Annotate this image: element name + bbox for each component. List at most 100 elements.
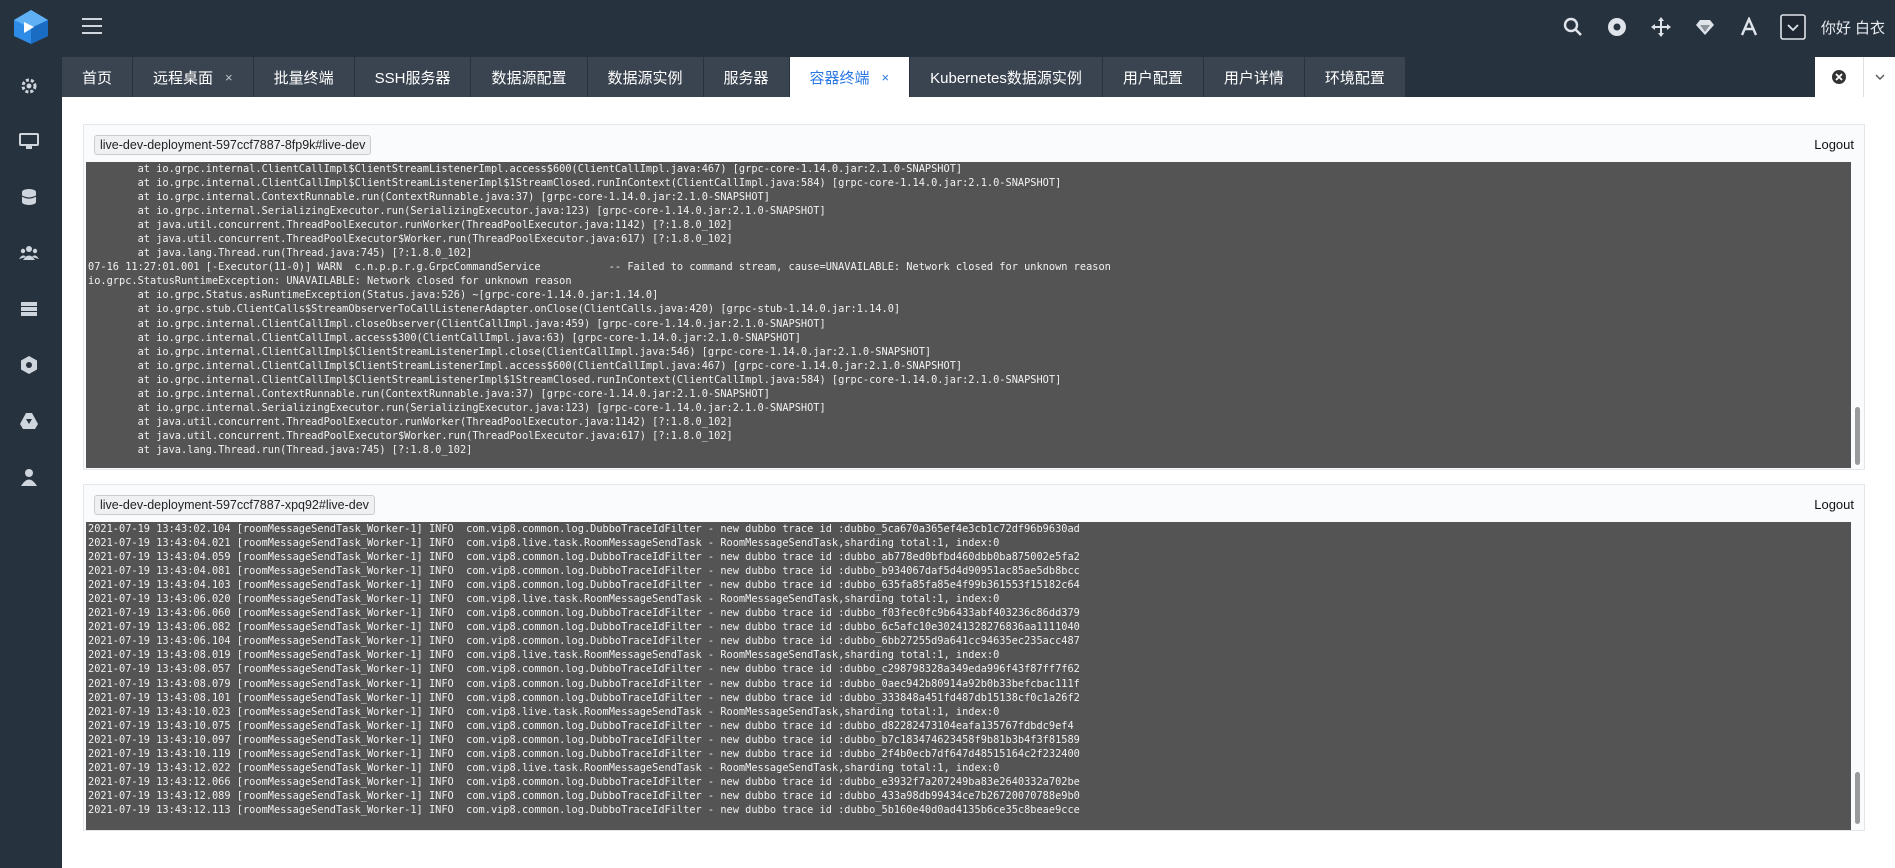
terminal-output[interactable]: at io.grpc.internal.ClientCallImpl$Clien… <box>86 162 1851 468</box>
tab-item[interactable]: 远程桌面 × <box>133 57 254 97</box>
drive-icon[interactable] <box>19 411 39 431</box>
terminal-line: at io.grpc.internal.ClientCallImpl$Clien… <box>88 177 1062 190</box>
terminal-panel-2: live-dev-deployment-597ccf7887-xpq92#liv… <box>83 484 1865 831</box>
scrollbar[interactable] <box>1852 162 1862 468</box>
tab-item[interactable]: 数据源实例 <box>587 57 704 97</box>
move-icon[interactable] <box>1639 7 1683 47</box>
tab-item[interactable]: 容器终端 × <box>789 57 911 97</box>
cluster-icon[interactable] <box>19 355 39 375</box>
terminal-line: at io.grpc.internal.ClientCallImpl$Clien… <box>88 359 963 372</box>
terminal-line: at java.lang.Thread.run(Thread.java:745)… <box>88 443 473 456</box>
terminal-line: 2021-07-19 13:43:12.113 [roomMessageSend… <box>88 803 1080 816</box>
terminal-line: 2021-07-19 13:43:12.022 [roomMessageSend… <box>88 761 1000 774</box>
user-greeting[interactable]: 你好 白衣 <box>1821 17 1885 38</box>
terminal-line: at io.grpc.Status.asRuntimeException(Sta… <box>88 289 659 302</box>
scrollbar-thumb[interactable] <box>1855 772 1860 824</box>
tab-label: 远程桌面 <box>153 69 214 87</box>
terminal-line: 2021-07-19 13:43:08.057 [roomMessageSend… <box>88 663 1080 676</box>
terminal-line: 2021-07-19 13:43:02.104 [roomMessageSend… <box>88 523 1080 535</box>
terminal-line: at io.grpc.internal.ClientCallImpl$Clien… <box>88 163 963 175</box>
tab-item[interactable]: 用户详情 <box>1203 57 1305 97</box>
tab-item[interactable]: Kubernetes数据源实例 <box>910 57 1103 97</box>
user-icon[interactable] <box>19 467 39 487</box>
diamond-icon[interactable] <box>1683 7 1727 47</box>
tab-label: SSH服务器 <box>374 69 451 87</box>
terminal-line: 2021-07-19 13:43:06.060 [roomMessageSend… <box>88 607 1080 620</box>
scrollbar-thumb[interactable] <box>1855 407 1860 465</box>
hamburger-menu-icon[interactable] <box>82 18 102 36</box>
tab-label: 容器终端 <box>809 69 870 87</box>
terminal-line: 2021-07-19 13:43:10.119 [roomMessageSend… <box>88 747 1080 760</box>
tab-label: 服务器 <box>723 69 769 87</box>
terminal-line: 2021-07-19 13:43:10.023 [roomMessageSend… <box>88 705 1000 718</box>
tab-item[interactable]: 用户配置 <box>1102 57 1204 97</box>
terminal-line: at java.util.concurrent.ThreadPoolExecut… <box>88 415 733 428</box>
terminal-line: at io.grpc.internal.ClientCallImpl$Clien… <box>88 345 932 358</box>
terminal-line: 2021-07-19 13:43:06.082 [roomMessageSend… <box>88 621 1080 634</box>
terminal-line: 2021-07-19 13:43:06.020 [roomMessageSend… <box>88 593 1000 606</box>
terminal-line: 2021-07-19 13:43:04.081 [roomMessageSend… <box>88 565 1080 578</box>
tab-label: 用户详情 <box>1223 69 1284 87</box>
search-icon[interactable] <box>1551 7 1595 47</box>
terminal-line: at io.grpc.internal.SerializingExecutor.… <box>88 205 826 218</box>
terminal-line: at io.grpc.stub.ClientCalls$StreamObserv… <box>88 303 901 316</box>
tab-item[interactable]: 服务器 <box>703 57 790 97</box>
tab-item[interactable]: SSH服务器 <box>354 57 472 97</box>
tab-label: 数据源配置 <box>491 69 567 87</box>
close-tab-icon[interactable]: × <box>225 70 233 85</box>
tab-label: Kubernetes数据源实例 <box>930 69 1082 87</box>
logout-button[interactable]: Logout <box>1814 137 1854 152</box>
terminal-line: 07-16 11:27:01.001 [-Executor(11-0)] WAR… <box>88 261 1111 274</box>
terminal-line: at io.grpc.internal.ClientCallImpl.acces… <box>88 331 801 344</box>
terminal-line: 2021-07-19 13:43:04.021 [roomMessageSend… <box>88 537 1000 550</box>
gear-icon[interactable] <box>19 76 39 96</box>
sidebar <box>0 0 62 868</box>
dropdown-box-icon[interactable] <box>1771 7 1815 47</box>
terminal-line: 2021-07-19 13:43:04.059 [roomMessageSend… <box>88 551 1080 564</box>
pod-name-tag: live-dev-deployment-597ccf7887-8fp9k#liv… <box>94 135 372 155</box>
terminal-output[interactable]: 2021-07-19 13:43:02.104 [roomMessageSend… <box>86 522 1851 830</box>
tab-label: 用户配置 <box>1122 69 1183 87</box>
font-icon[interactable] <box>1727 7 1771 47</box>
tab-item[interactable]: 数据源配置 <box>471 57 588 97</box>
terminal-line: 2021-07-19 13:43:10.097 [roomMessageSend… <box>88 733 1080 746</box>
monitor-icon[interactable] <box>19 131 39 151</box>
server-icon[interactable] <box>19 299 39 319</box>
terminal-line: 2021-07-19 13:43:06.104 [roomMessageSend… <box>88 635 1080 648</box>
terminal-line: at io.grpc.internal.ContextRunnable.run(… <box>88 387 770 400</box>
users-icon[interactable] <box>19 243 39 263</box>
terminal-line: at java.util.concurrent.ThreadPoolExecut… <box>88 233 733 246</box>
logo-icon[interactable] <box>10 8 52 46</box>
terminal-header: live-dev-deployment-597ccf7887-xpq92#liv… <box>84 485 1864 521</box>
logout-button[interactable]: Logout <box>1814 497 1854 512</box>
terminal-line: at java.util.concurrent.ThreadPoolExecut… <box>88 429 733 442</box>
database-icon[interactable] <box>19 187 39 207</box>
terminal-line: 2021-07-19 13:43:04.103 [roomMessageSend… <box>88 579 1080 592</box>
tab-item[interactable]: 批量终端 <box>253 57 355 97</box>
tab-label: 首页 <box>82 69 113 87</box>
tab-item[interactable]: 环境配置 <box>1304 57 1406 97</box>
terminal-header: live-dev-deployment-597ccf7887-8fp9k#liv… <box>84 125 1864 161</box>
terminal-line: 2021-07-19 13:43:08.079 [roomMessageSend… <box>88 677 1080 690</box>
terminal-panel-1: live-dev-deployment-597ccf7887-8fp9k#liv… <box>83 124 1865 470</box>
terminal-line: 2021-07-19 13:43:12.089 [roomMessageSend… <box>88 789 1080 802</box>
tab-bar: 首页 远程桌面 × 批量终端 SSH服务器 数据源配置 数据源实例 服务器 容器终端 × Kuber… <box>62 57 1406 97</box>
tab-item[interactable]: 首页 <box>62 57 134 97</box>
scrollbar[interactable] <box>1852 522 1862 830</box>
terminal-line: at io.grpc.internal.ClientCallImpl$Clien… <box>88 373 1062 386</box>
top-toolbar: 你好 白衣 <box>1551 0 1895 54</box>
tab-label: 批量终端 <box>273 69 334 87</box>
close-all-tabs-button[interactable] <box>1815 69 1863 85</box>
tab-tools <box>1815 57 1895 97</box>
terminal-line: io.grpc.StatusRuntimeException: UNAVAILA… <box>88 275 572 288</box>
terminal-line: at java.util.concurrent.ThreadPoolExecut… <box>88 219 733 232</box>
tab-label: 数据源实例 <box>607 69 683 87</box>
terminal-line: at io.grpc.internal.ClientCallImpl.close… <box>88 317 826 330</box>
terminal-line: 2021-07-19 13:43:08.101 [roomMessageSend… <box>88 691 1080 704</box>
pod-name-tag: live-dev-deployment-597ccf7887-xpq92#liv… <box>94 495 375 515</box>
record-icon[interactable] <box>1595 7 1639 47</box>
close-tab-icon[interactable]: × <box>882 70 890 85</box>
terminal-line: _ <box>88 457 95 468</box>
terminal-line: at io.grpc.internal.ContextRunnable.run(… <box>88 191 770 204</box>
chevron-down-icon[interactable] <box>1864 70 1895 84</box>
